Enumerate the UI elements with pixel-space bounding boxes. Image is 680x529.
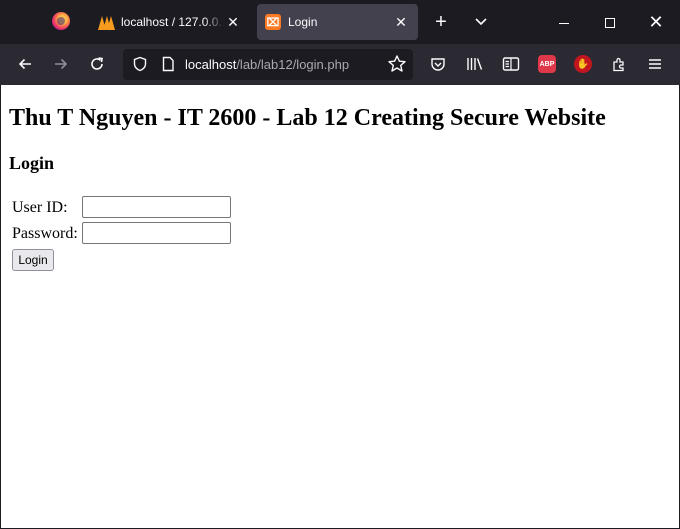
tab-title: localhost / 127.0.0.1 / ...: [121, 15, 224, 29]
pocket-icon[interactable]: [426, 52, 450, 76]
abp-label: ABP: [538, 55, 556, 73]
password-label: Password:: [12, 225, 78, 242]
extensions-icon[interactable]: [607, 52, 631, 76]
tab-strip: localhost / 127.0.0.1 / ... ✕ ⌧ Login ✕ …: [0, 0, 680, 44]
xampp-icon: ⌧: [265, 14, 281, 30]
back-arrow-icon[interactable]: [13, 52, 37, 76]
login-button[interactable]: Login: [12, 249, 54, 271]
star-icon[interactable]: [387, 54, 407, 79]
close-window-icon[interactable]: ✕: [644, 10, 668, 34]
forward-arrow-icon[interactable]: [49, 52, 73, 76]
page-icon[interactable]: [160, 56, 176, 77]
navigation-toolbar: localhost/lab/lab12/login.php ABP ✋: [0, 44, 680, 85]
url-host: localhost: [185, 57, 237, 72]
ublock-icon[interactable]: ✋: [571, 52, 595, 76]
maximize-window-icon[interactable]: [598, 10, 622, 34]
phpmyadmin-icon: [98, 14, 115, 30]
tab-login[interactable]: ⌧ Login ✕: [257, 4, 418, 40]
hamburger-menu-icon[interactable]: [643, 52, 667, 76]
user-id-label: User ID:: [12, 199, 68, 216]
section-title-login: Login: [9, 153, 55, 173]
firefox-logo-icon[interactable]: [52, 12, 70, 30]
shield-icon[interactable]: [132, 56, 148, 77]
library-icon[interactable]: [463, 52, 487, 76]
url-bar[interactable]: localhost/lab/lab12/login.php: [123, 49, 413, 80]
minimize-window-icon[interactable]: [552, 10, 576, 34]
page-viewport: Thu T Nguyen - IT 2600 - Lab 12 Creating…: [1, 85, 679, 528]
reload-icon[interactable]: [85, 52, 109, 76]
list-all-tabs-chevron-icon[interactable]: [469, 10, 493, 34]
adblock-plus-icon[interactable]: ABP: [535, 52, 559, 76]
reader-view-icon[interactable]: [499, 52, 523, 76]
tab-title: Login: [288, 15, 318, 29]
close-tab-icon[interactable]: ✕: [224, 14, 242, 31]
url-text[interactable]: localhost/lab/lab12/login.php: [185, 57, 349, 72]
new-tab-plus-icon[interactable]: +: [429, 10, 453, 34]
hand-icon: ✋: [574, 55, 592, 73]
page-title: Thu T Nguyen - IT 2600 - Lab 12 Creating…: [9, 105, 606, 131]
url-path: /lab/lab12/login.php: [236, 57, 350, 72]
password-input[interactable]: [82, 222, 231, 244]
user-id-input[interactable]: [82, 196, 231, 218]
tab-phpmyadmin[interactable]: localhost / 127.0.0.1 / ... ✕: [90, 4, 250, 40]
close-tab-icon[interactable]: ✕: [392, 14, 410, 31]
